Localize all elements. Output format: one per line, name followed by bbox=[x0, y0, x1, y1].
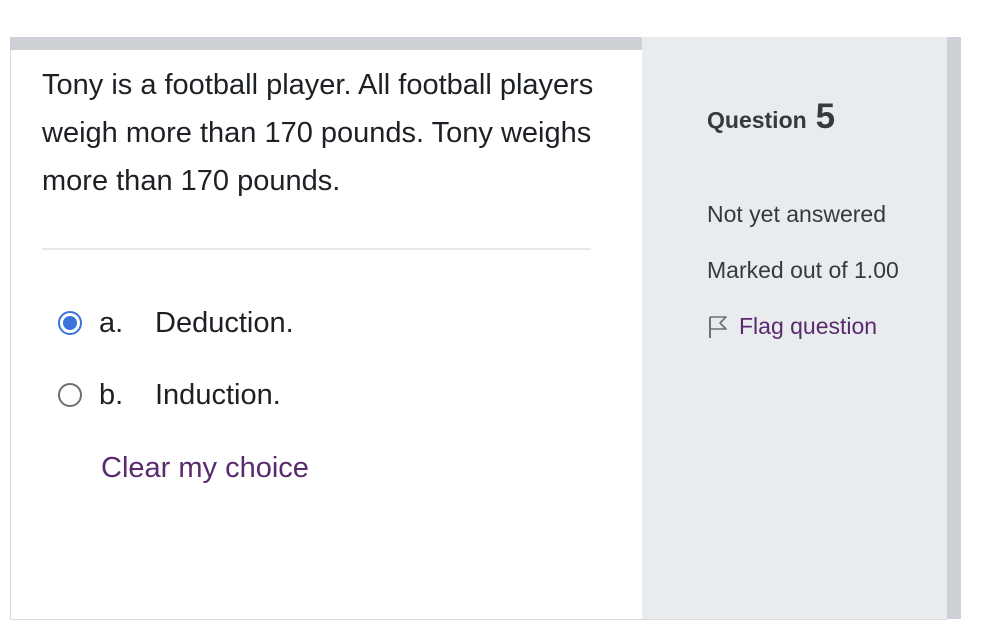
question-label: Question bbox=[707, 107, 807, 133]
answer-label: Induction. bbox=[155, 378, 281, 411]
answer-number: a. bbox=[99, 306, 124, 339]
flag-question-label: Flag question bbox=[739, 313, 878, 339]
question-number-heading: Question 5 bbox=[707, 97, 835, 137]
flag-icon bbox=[707, 314, 729, 340]
question-grade: Marked out of 1.00 bbox=[707, 257, 899, 283]
answer-number: b. bbox=[99, 378, 124, 411]
question-text: Tony is a football player. All football … bbox=[42, 69, 594, 197]
answer-option-b[interactable]: b. Induction. bbox=[58, 375, 281, 415]
radio-dot bbox=[63, 316, 77, 330]
radio-button-unselected[interactable] bbox=[58, 383, 82, 407]
answer-divider bbox=[42, 248, 591, 250]
question-info-panel: Question 5 Not yet answered Marked out o… bbox=[642, 37, 947, 620]
answer-option-a[interactable]: a. Deduction. bbox=[58, 303, 294, 343]
question-header-bar bbox=[10, 37, 642, 50]
right-edge-stripe bbox=[947, 37, 961, 619]
answer-label: Deduction. bbox=[155, 306, 294, 339]
clear-my-choice-link[interactable]: Clear my choice bbox=[101, 452, 309, 485]
question-state: Not yet answered bbox=[707, 201, 886, 227]
radio-button-selected[interactable] bbox=[58, 311, 82, 335]
flag-question-link[interactable]: Flag question bbox=[707, 313, 877, 340]
question-number: 5 bbox=[815, 97, 836, 136]
